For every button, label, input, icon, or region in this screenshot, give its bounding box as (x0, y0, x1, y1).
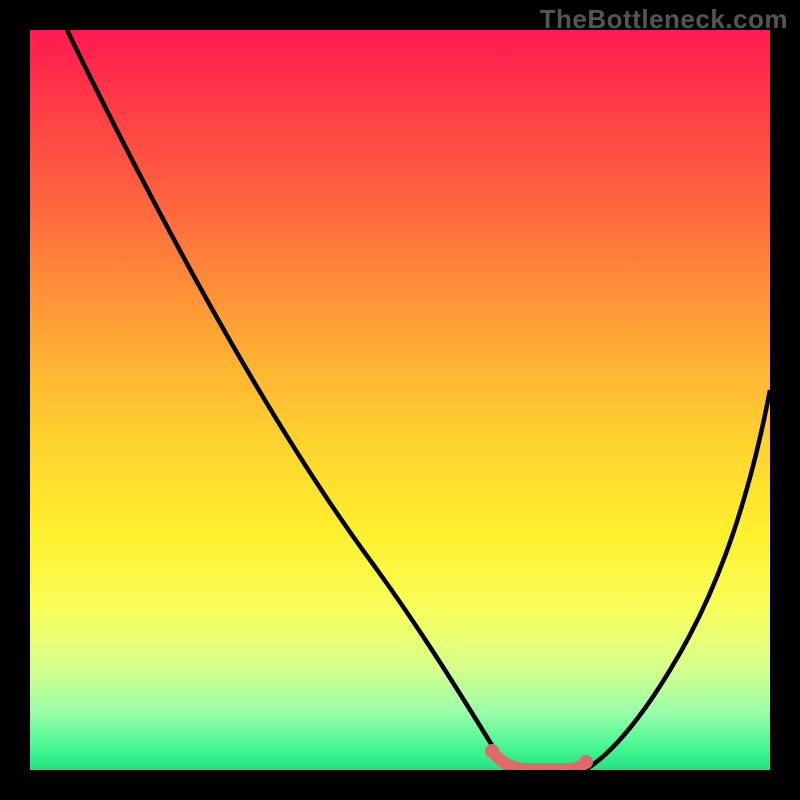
plot-area (30, 30, 770, 770)
curve-layer (30, 30, 770, 770)
optimal-zone-marker (492, 751, 586, 769)
chart-frame: TheBottleneck.com (0, 0, 800, 800)
optimal-start-dot (485, 744, 499, 758)
right-curve (585, 390, 770, 770)
optimal-end-dot (579, 755, 593, 769)
left-curve (67, 30, 520, 770)
